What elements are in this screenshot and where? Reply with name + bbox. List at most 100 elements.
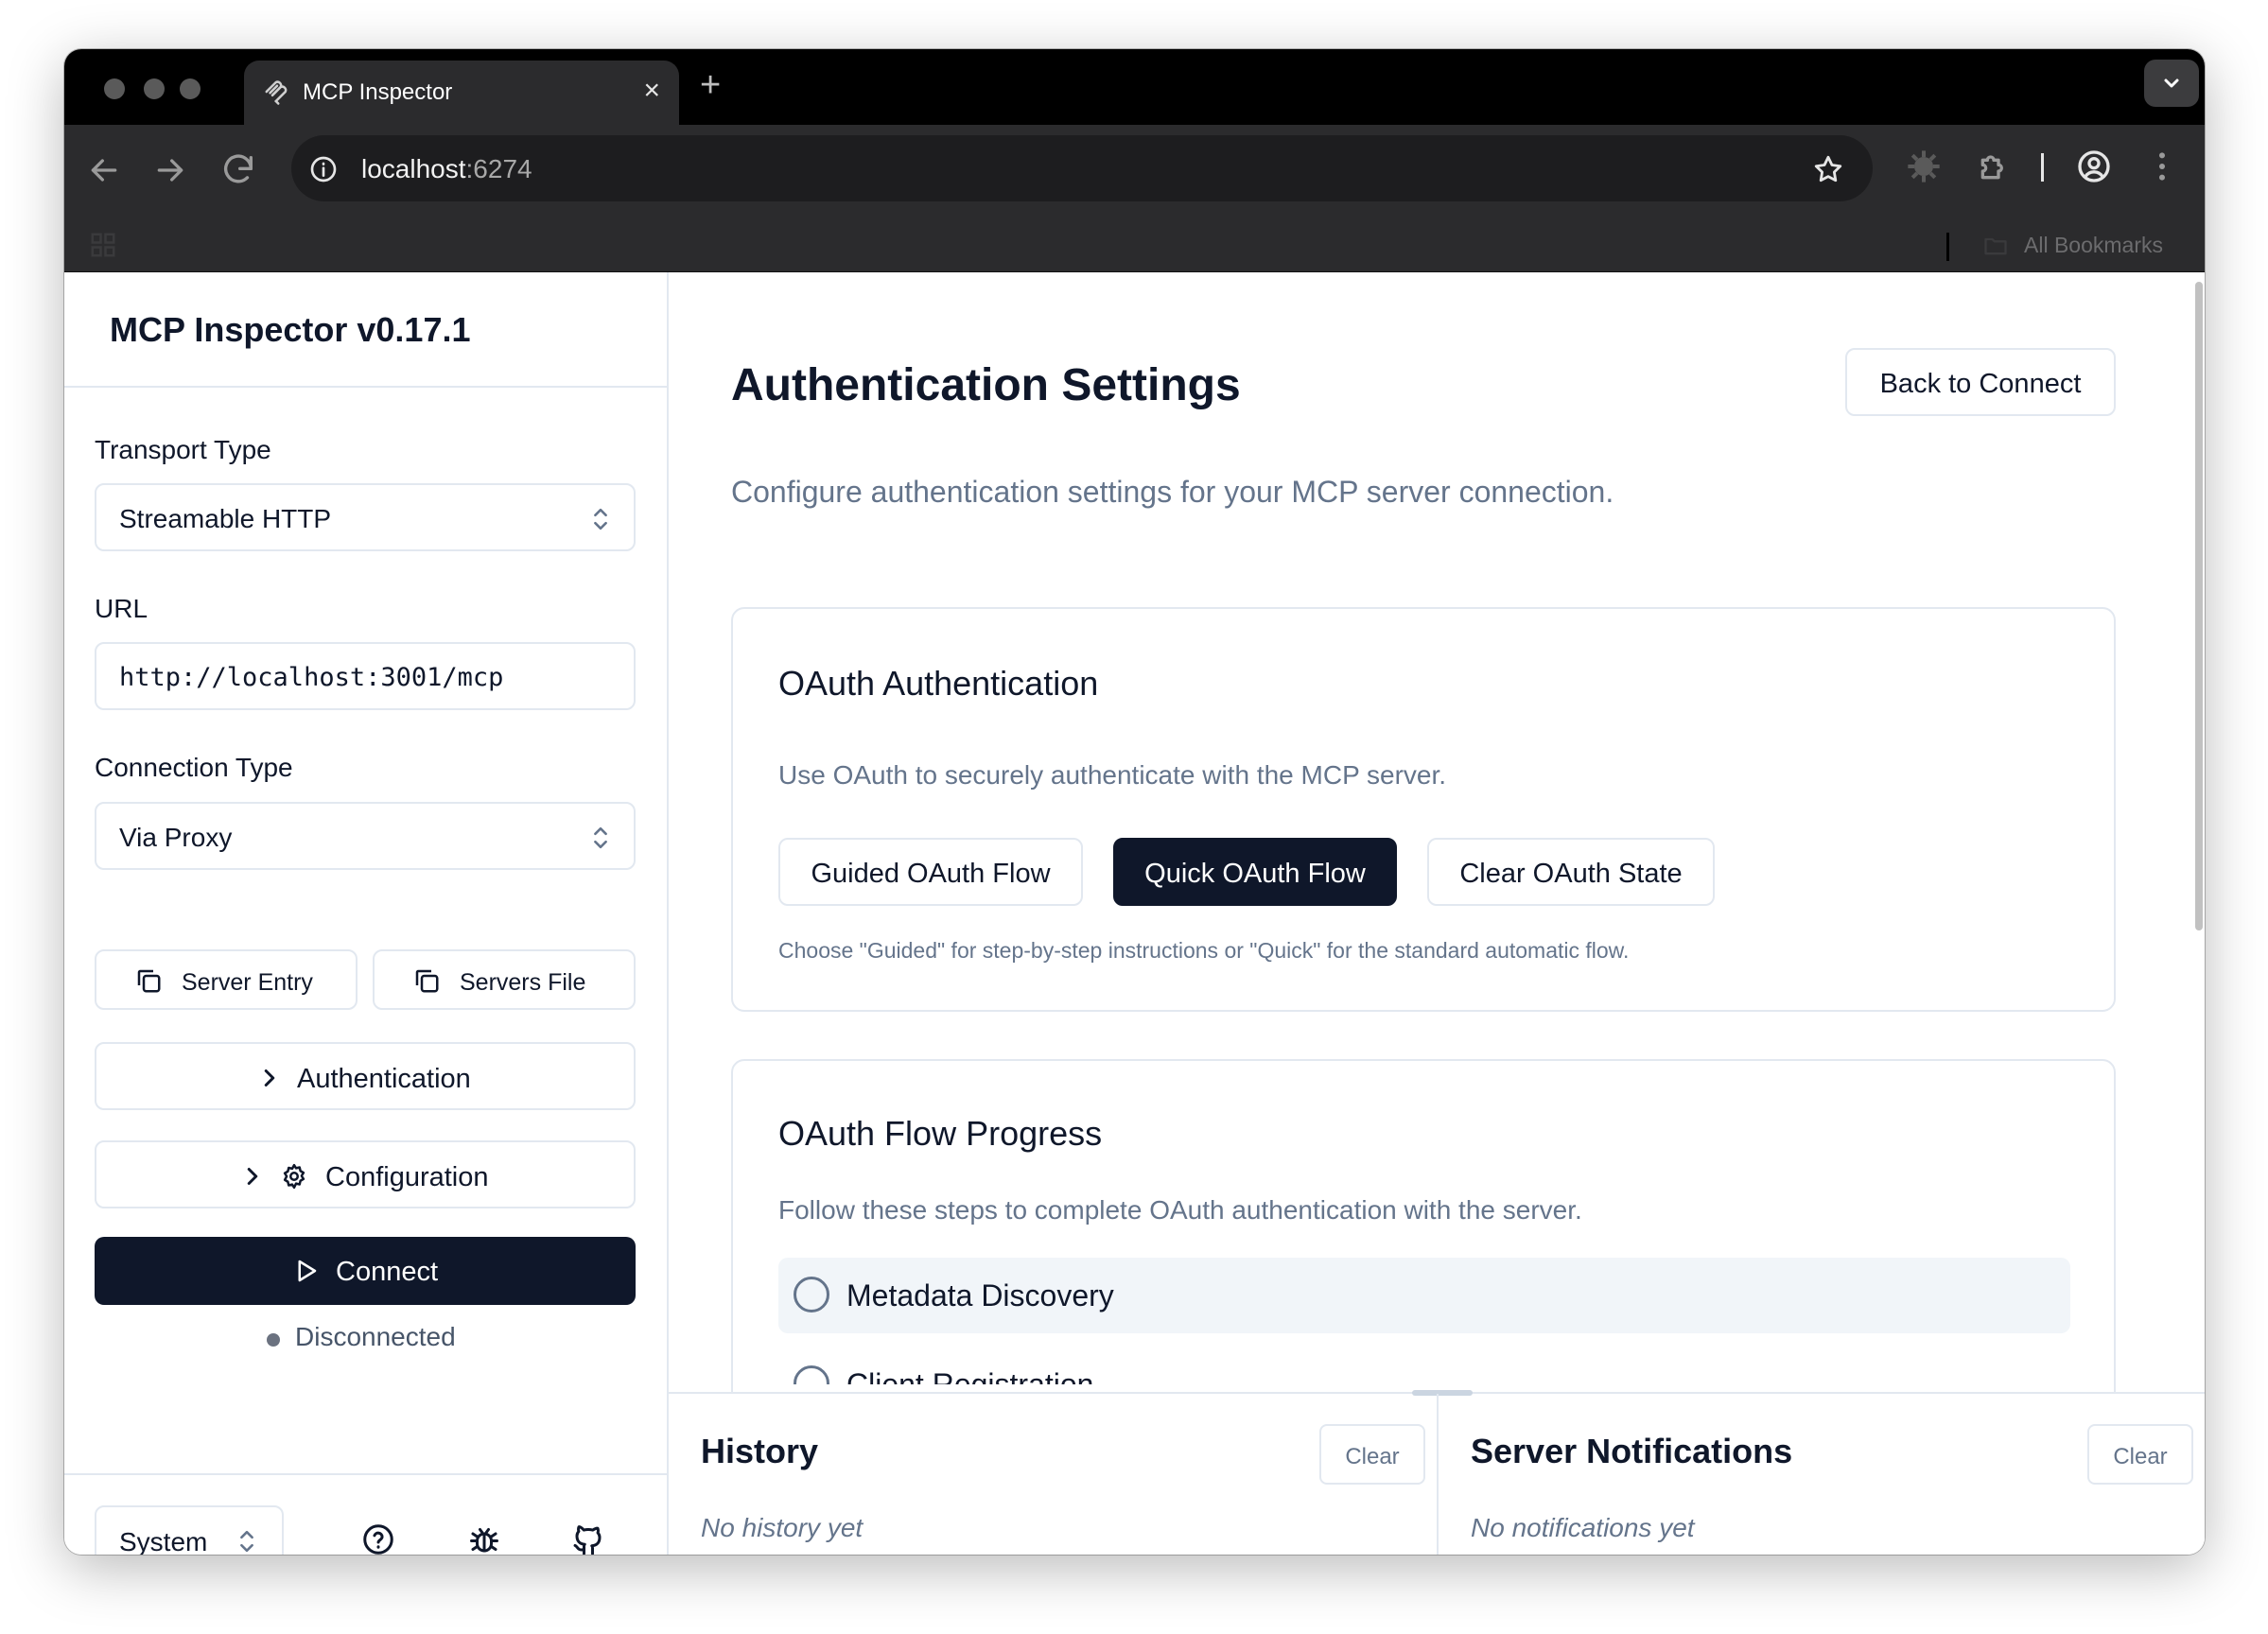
page-subtitle: Configure authentication settings for yo… <box>731 475 1614 509</box>
chevron-up-down-icon <box>594 826 607 849</box>
window-minimize-dot[interactable] <box>144 78 165 99</box>
toolbar-divider <box>2041 153 2044 182</box>
configuration-label: Configuration <box>325 1162 489 1192</box>
star-icon[interactable] <box>1812 153 1844 185</box>
notifications-empty-text: No notifications yet <box>1471 1513 1695 1542</box>
oauth-progress-card: OAuth Flow Progress Follow these steps t… <box>731 1059 2116 1437</box>
apps-icon[interactable] <box>89 231 117 259</box>
notifications-clear-button[interactable]: Clear <box>2087 1424 2193 1485</box>
all-bookmarks-link[interactable]: All Bookmarks <box>2024 233 2163 258</box>
sidebar: MCP Inspector v0.17.1 Transport Type Str… <box>64 272 669 1555</box>
authentication-toggle[interactable]: Authentication <box>95 1042 636 1110</box>
guided-oauth-label: Guided OAuth Flow <box>811 859 1051 889</box>
url-input-value: http://localhost:3001/mcp <box>119 663 504 692</box>
connect-label: Connect <box>336 1257 439 1287</box>
quick-oauth-button[interactable]: Quick OAuth Flow <box>1113 838 1397 906</box>
copy-icon <box>137 969 161 993</box>
puzzle-icon[interactable] <box>1975 148 2013 185</box>
back-to-connect-button[interactable]: Back to Connect <box>1845 348 2116 416</box>
plus-icon[interactable]: + <box>700 66 721 104</box>
status-indicator-dot <box>267 1333 280 1347</box>
folder-icon <box>1984 237 2007 255</box>
browser-window: MCP Inspector × + localhost:6274 All Boo… <box>64 49 2205 1555</box>
scrollbar-thumb[interactable] <box>2195 282 2203 930</box>
clear-oauth-state-label: Clear OAuth State <box>1459 859 1683 889</box>
notifications-panel: Server Notifications Clear No notificati… <box>1439 1394 2205 1555</box>
servers-file-button[interactable]: Servers File <box>373 949 636 1010</box>
notifications-clear-label: Clear <box>2113 1444 2168 1469</box>
clear-oauth-state-button[interactable]: Clear OAuth State <box>1427 838 1715 906</box>
more-vert-icon[interactable] <box>2143 148 2181 185</box>
app-title: MCP Inspector v0.17.1 <box>110 310 471 349</box>
chevron-right-icon <box>247 1168 258 1185</box>
step-label: Client Registration <box>846 1367 1094 1384</box>
step-metadata-discovery: Metadata Discovery <box>778 1258 2070 1333</box>
copy-icon <box>415 969 439 993</box>
chevron-down-icon <box>2164 78 2179 88</box>
profile-icon[interactable] <box>2075 148 2113 185</box>
connection-type-value: Via Proxy <box>119 823 233 852</box>
tab-title: MCP Inspector <box>303 79 453 105</box>
guided-oauth-button[interactable]: Guided OAuth Flow <box>778 838 1083 906</box>
reload-icon[interactable] <box>219 151 257 189</box>
connection-type-label: Connection Type <box>95 753 293 782</box>
theme-select[interactable]: System <box>95 1505 284 1555</box>
chevron-right-icon <box>264 1069 275 1086</box>
oauth-card-title: OAuth Authentication <box>778 664 1099 703</box>
github-icon[interactable] <box>571 1522 605 1555</box>
bug-icon[interactable] <box>467 1522 501 1555</box>
server-entry-label: Server Entry <box>182 969 313 996</box>
gear-icon <box>283 1163 305 1190</box>
notifications-title: Server Notifications <box>1471 1432 1793 1470</box>
url-input[interactable]: http://localhost:3001/mcp <box>95 642 636 710</box>
connect-button[interactable]: Connect <box>95 1237 636 1305</box>
tab-strip: MCP Inspector × + <box>64 49 2205 125</box>
oauth-card-description: Use OAuth to securely authenticate with … <box>778 760 1447 790</box>
help-icon[interactable] <box>361 1522 395 1555</box>
bookmarks-divider <box>1946 233 1949 261</box>
history-panel: History Clear No history yet <box>669 1394 1439 1555</box>
history-title: History <box>701 1432 819 1470</box>
step-client-registration: Client Registration <box>794 1365 1266 1384</box>
url-text: localhost:6274 <box>361 154 532 183</box>
url-label: URL <box>95 594 148 623</box>
step-status-circle <box>794 1277 829 1312</box>
history-clear-button[interactable]: Clear <box>1319 1424 1425 1485</box>
window-zoom-dot[interactable] <box>180 78 201 99</box>
history-clear-label: Clear <box>1345 1444 1400 1469</box>
servers-file-label: Servers File <box>460 969 586 996</box>
step-label: Metadata Discovery <box>846 1278 1114 1312</box>
back-arrow-icon[interactable] <box>85 151 123 189</box>
bottom-panels: History Clear No history yet Server Noti… <box>669 1390 2205 1555</box>
site-info-icon[interactable] <box>308 154 339 184</box>
quick-oauth-label: Quick OAuth Flow <box>1144 859 1366 889</box>
mcp-logo-icon <box>265 80 288 105</box>
address-bar[interactable]: localhost:6274 <box>291 135 1873 201</box>
server-entry-button[interactable]: Server Entry <box>95 949 358 1010</box>
transport-type-select[interactable]: Streamable HTTP <box>95 483 636 551</box>
theme-value: System <box>119 1527 208 1555</box>
oauth-flow-hint: Choose "Guided" for step-by-step instruc… <box>778 938 1630 963</box>
window-close-dot[interactable] <box>104 78 125 99</box>
transport-type-label: Transport Type <box>95 435 271 464</box>
chevron-up-down-icon <box>240 1530 253 1553</box>
sidebar-header: MCP Inspector v0.17.1 <box>64 272 667 388</box>
extension-icon[interactable] <box>1905 148 1943 185</box>
configuration-toggle[interactable]: Configuration <box>95 1140 636 1208</box>
app-page: MCP Inspector v0.17.1 Transport Type Str… <box>64 272 2205 1555</box>
browser-tab[interactable]: MCP Inspector × <box>244 61 679 125</box>
forward-arrow-icon[interactable] <box>151 151 189 189</box>
bookmarks-bar: All Bookmarks <box>64 217 2205 272</box>
tab-search-button[interactable] <box>2144 60 2199 107</box>
transport-type-value: Streamable HTTP <box>119 504 332 533</box>
progress-card-description: Follow these steps to complete OAuth aut… <box>778 1195 1582 1225</box>
history-empty-text: No history yet <box>701 1513 864 1542</box>
chevron-up-down-icon <box>594 508 607 530</box>
connection-status: Disconnected <box>295 1322 456 1351</box>
play-icon <box>298 1260 317 1282</box>
browser-toolbar: localhost:6274 <box>64 125 2205 217</box>
close-icon[interactable]: × <box>643 74 660 108</box>
back-to-connect-label: Back to Connect <box>1879 369 2082 399</box>
page-title: Authentication Settings <box>731 360 1241 410</box>
connection-type-select[interactable]: Via Proxy <box>95 802 636 870</box>
